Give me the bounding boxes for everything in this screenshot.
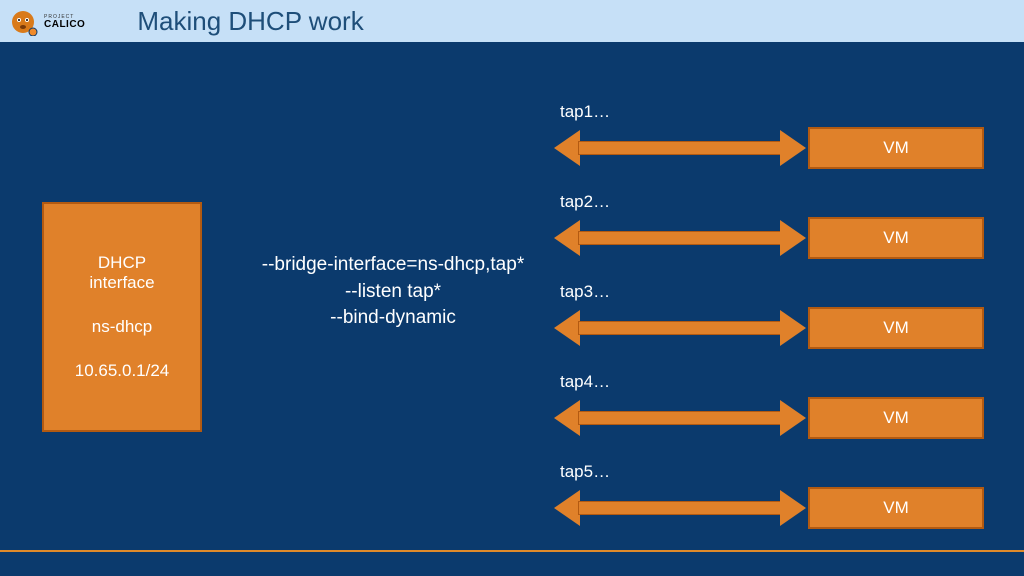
vm-box: VM <box>808 307 984 349</box>
config-line-3: --bind-dynamic <box>238 305 548 332</box>
double-arrow-icon <box>560 498 800 518</box>
tap-row-3: tap3… VM <box>560 282 984 350</box>
vm-box: VM <box>808 487 984 529</box>
vm-box: VM <box>808 217 984 259</box>
config-line-2: --listen tap* <box>238 279 548 306</box>
tap-label: tap4… <box>560 372 984 392</box>
dhcp-label-3: 10.65.0.1/24 <box>75 361 170 381</box>
tap-label: tap5… <box>560 462 984 482</box>
tap-line: VM <box>560 306 984 350</box>
calico-beaver-icon <box>8 6 38 36</box>
tap-row-5: tap5… VM <box>560 462 984 530</box>
dhcp-label-1: DHCP interface <box>89 253 154 293</box>
tap-line: VM <box>560 216 984 260</box>
tap-label: tap2… <box>560 192 984 212</box>
tap-line: VM <box>560 126 984 170</box>
slide-title: Making DHCP work <box>137 6 363 37</box>
tap-line: VM <box>560 396 984 440</box>
tap-line: VM <box>560 486 984 530</box>
tap-row-4: tap4… VM <box>560 372 984 440</box>
tap-row-1: tap1… VM <box>560 102 984 170</box>
tap-label: tap1… <box>560 102 984 122</box>
tap-label: tap3… <box>560 282 984 302</box>
vm-box: VM <box>808 397 984 439</box>
tap-row-2: tap2… VM <box>560 192 984 260</box>
double-arrow-icon <box>560 318 800 338</box>
double-arrow-icon <box>560 408 800 428</box>
dnsmasq-config-text: --bridge-interface=ns-dhcp,tap* --listen… <box>238 252 548 332</box>
dhcp-label-2: ns-dhcp <box>92 317 152 337</box>
double-arrow-icon <box>560 228 800 248</box>
slide-body: DHCP interface ns-dhcp 10.65.0.1/24 --br… <box>0 42 1024 576</box>
calico-logo: PROJECT CALICO <box>8 6 85 36</box>
brand-name: CALICO <box>44 20 85 29</box>
tap-interfaces-column: tap1… VM tap2… VM tap3… VM tap4… VM tap5… VM <box>560 102 984 530</box>
footer-divider <box>0 550 1024 552</box>
config-line-1: --bridge-interface=ns-dhcp,tap* <box>238 252 548 279</box>
dhcp-interface-box: DHCP interface ns-dhcp 10.65.0.1/24 <box>42 202 202 432</box>
double-arrow-icon <box>560 138 800 158</box>
vm-box: VM <box>808 127 984 169</box>
slide-header: PROJECT CALICO Making DHCP work <box>0 0 1024 42</box>
